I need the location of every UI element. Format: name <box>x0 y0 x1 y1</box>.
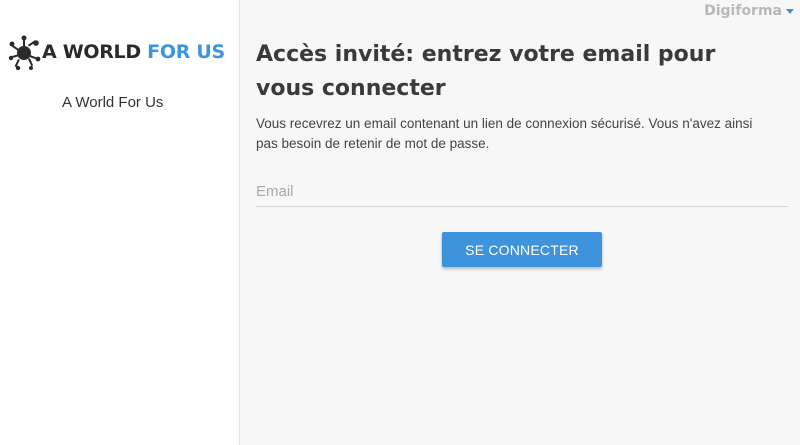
email-field[interactable] <box>256 176 788 207</box>
caret-down-icon <box>786 8 794 14</box>
connect-button[interactable]: SE CONNECTER <box>442 232 602 267</box>
logo-text: A WORLD FOR US <box>42 41 225 63</box>
logo-text-blue: FOR US <box>147 41 225 63</box>
main-content: Digiforma Accès invité: entrez votre ema… <box>241 0 800 445</box>
brand-name: Digiforma <box>704 3 782 19</box>
page-title: Accès invité: entrez votre email pour vo… <box>256 42 716 101</box>
sidebar: A WORLD FOR US A World For Us <box>0 0 240 445</box>
splash-logo-icon <box>8 35 41 71</box>
logo[interactable]: A WORLD FOR US <box>8 32 225 72</box>
brand-menu[interactable]: Digiforma <box>704 3 794 19</box>
logo-text-dark: A WORLD <box>42 41 141 63</box>
login-description: Vous recevrez un email contenant un lien… <box>256 116 753 151</box>
organization-name: A World For Us <box>62 94 164 111</box>
